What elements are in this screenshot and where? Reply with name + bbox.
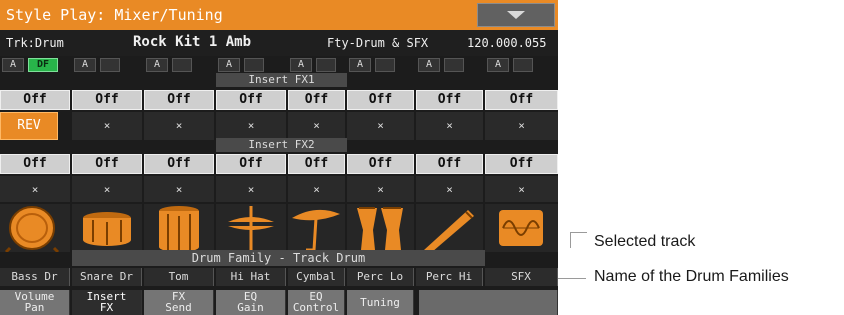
- mode-blank-indicator[interactable]: [100, 58, 120, 72]
- drum-family-name[interactable]: Cymbal: [288, 268, 345, 286]
- chevron-down-icon: [507, 11, 525, 19]
- mode-df-indicator[interactable]: DF: [28, 58, 58, 72]
- tab-label-line2: Gain: [237, 301, 264, 314]
- fx2-type-slot[interactable]: ×: [72, 176, 142, 202]
- fx2-type-slot[interactable]: ×: [347, 176, 414, 202]
- mode-blank-indicator[interactable]: [316, 58, 336, 72]
- kit-name[interactable]: Rock Kit 1 Amb: [133, 34, 251, 50]
- track-info-bar: Trk:Drum Rock Kit 1 Amb Fty-Drum & SFX 1…: [0, 30, 558, 56]
- instrument-icon-slot[interactable]: [485, 204, 558, 252]
- drum-family-name[interactable]: Perc Lo: [347, 268, 414, 286]
- mode-blank-indicator[interactable]: [375, 58, 395, 72]
- fx1-onoff-button[interactable]: Off: [485, 90, 558, 110]
- fx2-onoff-button[interactable]: Off: [288, 154, 345, 174]
- fx1-type-slot[interactable]: ×: [485, 112, 558, 140]
- instrument-icon-slot[interactable]: [144, 204, 214, 252]
- fx1-type-rev-button[interactable]: REV: [0, 112, 58, 140]
- fx2-onoff-button[interactable]: Off: [0, 154, 70, 174]
- fx1-type-slot[interactable]: ×: [347, 112, 414, 140]
- callout-selected-track: Selected track: [594, 233, 696, 250]
- instrument-icon-slot[interactable]: [416, 204, 483, 252]
- instrument-icon-slot[interactable]: [72, 204, 142, 252]
- tab-eq-control[interactable]: EQ Control: [288, 290, 345, 315]
- mode-blank-indicator[interactable]: [513, 58, 533, 72]
- tab-label-line2: Control: [292, 301, 340, 314]
- drum-family-name[interactable]: SFX: [485, 268, 558, 286]
- fx1-type-slot[interactable]: ×: [216, 112, 286, 140]
- fx2-type-slot[interactable]: ×: [216, 176, 286, 202]
- tab-tuning[interactable]: Tuning: [347, 290, 414, 315]
- mode-a-indicator[interactable]: A: [218, 58, 240, 72]
- fx1-onoff-button[interactable]: Off: [216, 90, 286, 110]
- track-label: Trk:Drum: [6, 36, 64, 50]
- mode-a-indicator[interactable]: A: [2, 58, 24, 72]
- mode-a-indicator[interactable]: A: [418, 58, 440, 72]
- instrument-icon-slot[interactable]: [288, 204, 345, 252]
- callout-line-selected-v: [570, 232, 571, 248]
- mode-blank-indicator[interactable]: [444, 58, 464, 72]
- fx1-onoff-button[interactable]: Off: [288, 90, 345, 110]
- tab-label-line2: Send: [165, 301, 192, 314]
- fx2-onoff-button[interactable]: Off: [347, 154, 414, 174]
- fx1-type-slot[interactable]: ×: [72, 112, 142, 140]
- title-bar: Style Play: Mixer/Tuning: [0, 0, 558, 30]
- fx2-onoff-button[interactable]: Off: [485, 154, 558, 174]
- drum-family-name[interactable]: Hi Hat: [216, 268, 286, 286]
- instrument-icon-slot[interactable]: [216, 204, 286, 252]
- drum-family-name[interactable]: Perc Hi: [416, 268, 483, 286]
- drum-family-name[interactable]: Snare Dr: [72, 268, 142, 286]
- fx1-type-slot[interactable]: ×: [144, 112, 214, 140]
- mode-blank-indicator[interactable]: [244, 58, 264, 72]
- fx1-type-slot[interactable]: ×: [288, 112, 345, 140]
- mixer-screen: Style Play: Mixer/Tuning Trk:Drum Rock K…: [0, 0, 558, 315]
- tab-label-line2: Pan: [24, 301, 45, 314]
- mode-a-indicator[interactable]: A: [74, 58, 96, 72]
- tab-eq-gain[interactable]: EQ Gain: [216, 290, 286, 315]
- tab-fx-send[interactable]: FX Send: [144, 290, 214, 315]
- fx2-onoff-button[interactable]: Off: [144, 154, 214, 174]
- fx2-type-slot[interactable]: ×: [288, 176, 345, 202]
- fx2-type-slot[interactable]: ×: [0, 176, 70, 202]
- fx2-onoff-button[interactable]: Off: [216, 154, 286, 174]
- tab-empty-area: [419, 290, 558, 315]
- fx1-onoff-button[interactable]: Off: [72, 90, 142, 110]
- page-menu-button[interactable]: [477, 3, 555, 27]
- callout-line-families: [558, 278, 586, 279]
- fx1-onoff-button[interactable]: Off: [144, 90, 214, 110]
- fx1-onoff-button[interactable]: Off: [0, 90, 70, 110]
- tab-bar: Volume Pan Insert FX FX Send EQ Gain EQ Control Tu…: [0, 290, 558, 315]
- mode-a-indicator[interactable]: A: [487, 58, 509, 72]
- fx1-onoff-button[interactable]: Off: [416, 90, 483, 110]
- drum-family-names: Bass Dr Snare Dr Tom Hi Hat Cymbal Perc Lo Per…: [0, 268, 558, 286]
- tab-volume-pan[interactable]: Volume Pan: [0, 290, 70, 315]
- fx2-onoff-button[interactable]: Off: [72, 154, 142, 174]
- fx2-onoff-button[interactable]: Off: [416, 154, 483, 174]
- mode-a-indicator[interactable]: A: [349, 58, 371, 72]
- fx2-type-slot[interactable]: ×: [144, 176, 214, 202]
- tab-insert-fx[interactable]: Insert FX: [72, 290, 142, 315]
- callout-drum-families: Name of the Drum Families: [594, 268, 789, 285]
- fx1-type-slot[interactable]: ×: [416, 112, 483, 140]
- insert-fx2-label: Insert FX2: [216, 138, 347, 152]
- drum-family-label: Drum Family - Track Drum: [72, 250, 485, 266]
- drum-family-name[interactable]: Tom: [144, 268, 214, 286]
- instrument-icon-slot[interactable]: [347, 204, 414, 252]
- kit-category: Fty-Drum & SFX: [327, 36, 429, 50]
- insert-fx1-label: Insert FX1: [216, 73, 347, 87]
- callout-line-selected-h: [570, 232, 587, 233]
- fx2-type-slot[interactable]: ×: [416, 176, 483, 202]
- kit-bank-number: 120.000.055: [467, 36, 547, 50]
- tab-label-line2: FX: [99, 301, 114, 314]
- page-title: Style Play: Mixer/Tuning: [6, 6, 223, 24]
- mode-a-indicator[interactable]: A: [146, 58, 168, 72]
- drum-family-name[interactable]: Bass Dr: [0, 268, 70, 286]
- instrument-icon-slot[interactable]: [0, 204, 70, 252]
- mode-a-indicator[interactable]: A: [290, 58, 312, 72]
- tab-label-line1: Tuning: [360, 296, 400, 309]
- mode-blank-indicator[interactable]: [172, 58, 192, 72]
- fx1-onoff-button[interactable]: Off: [347, 90, 414, 110]
- fx2-type-slot[interactable]: ×: [485, 176, 558, 202]
